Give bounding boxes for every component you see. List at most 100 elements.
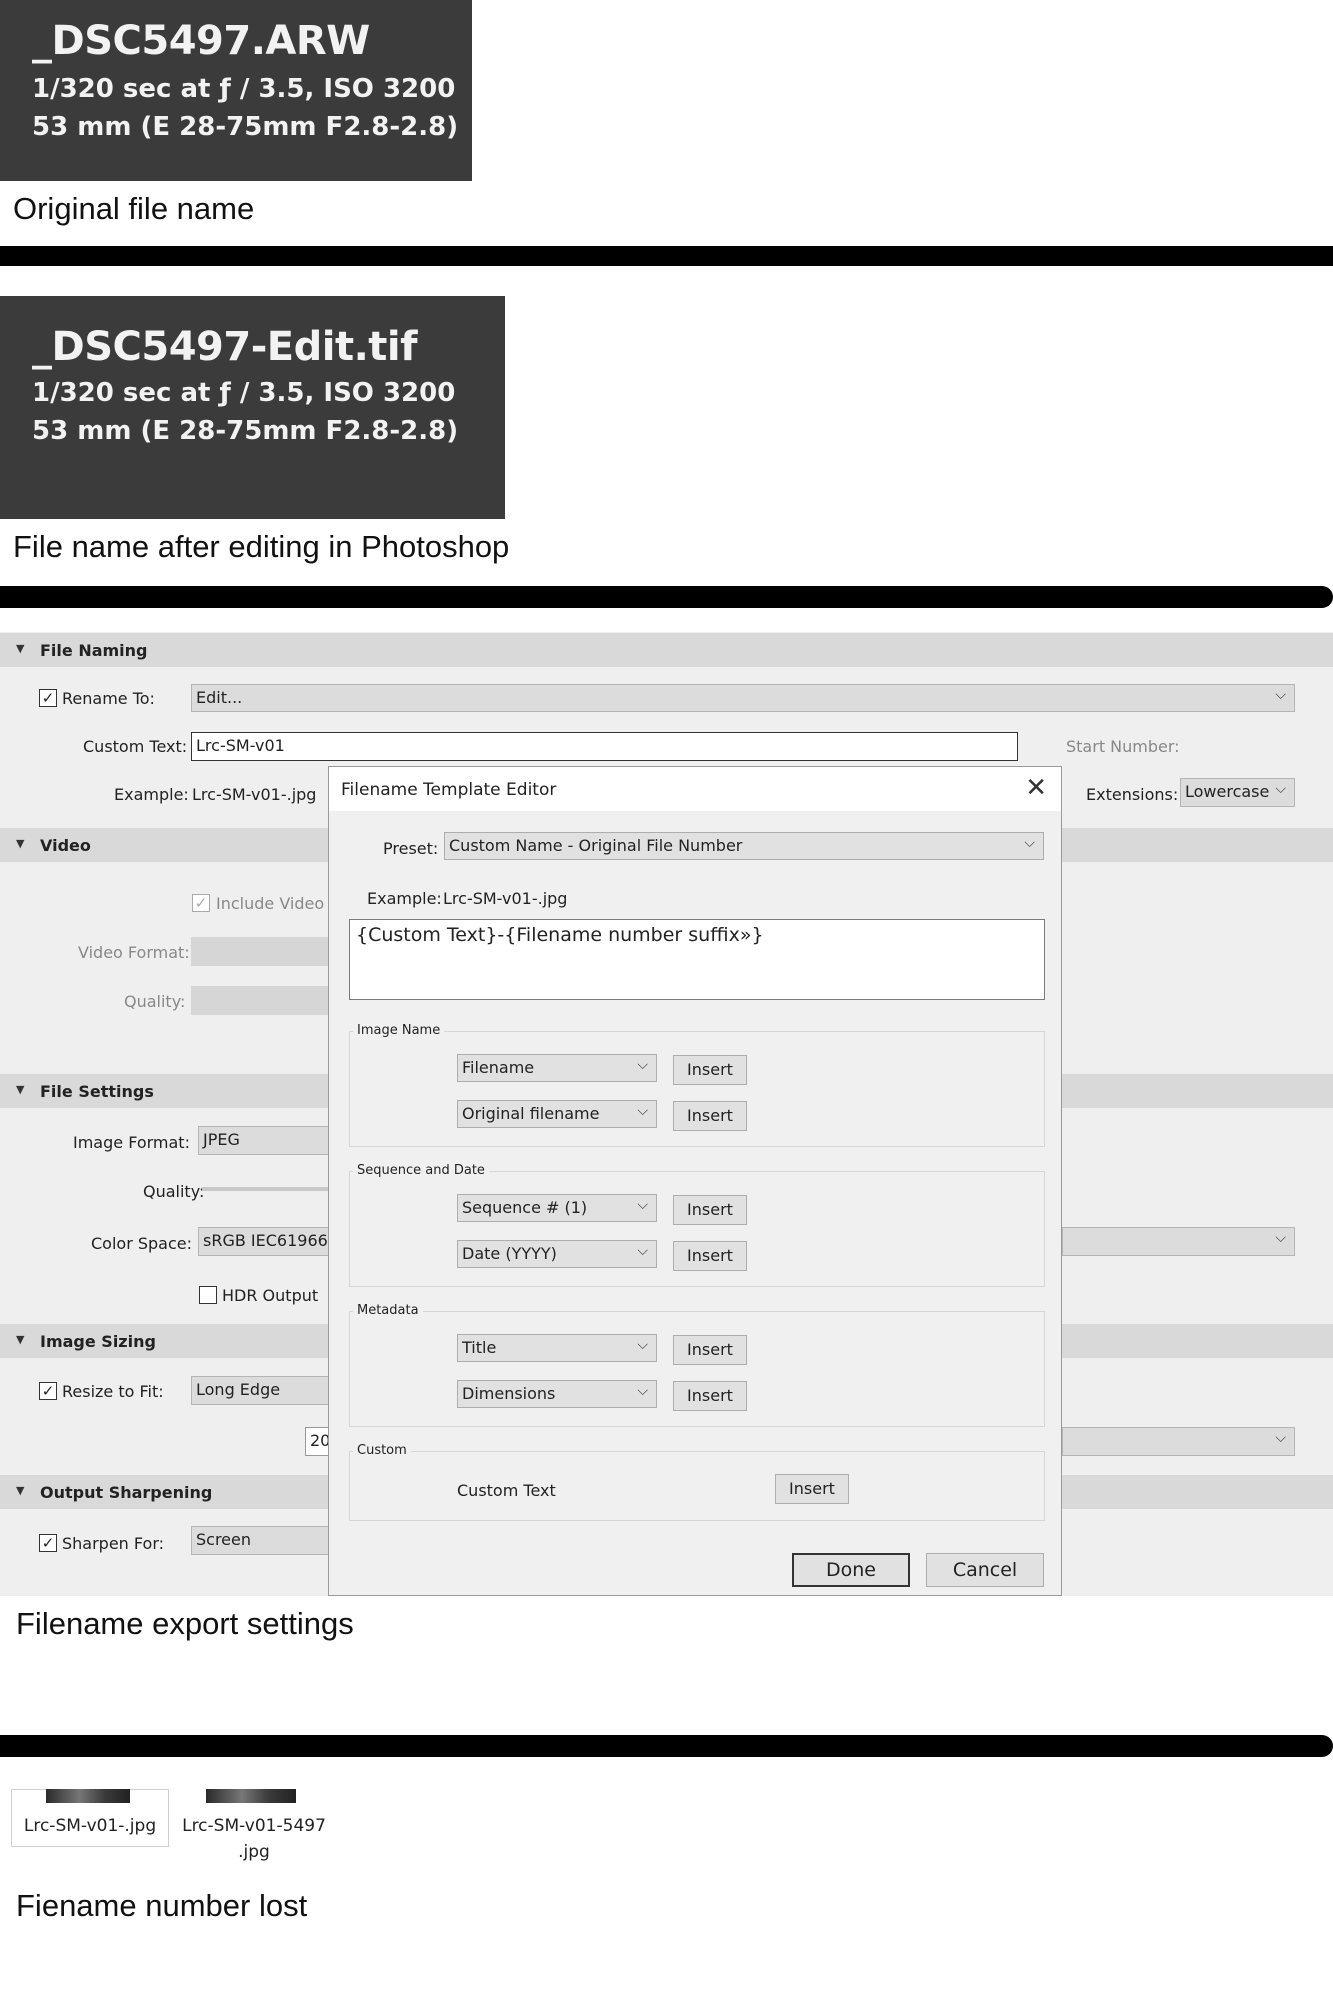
edited-lens-meta: 53 mm (E 28-75mm F2.8-2.8)	[32, 416, 459, 446]
color-space-label: Color Space:	[91, 1234, 193, 1253]
thumbnail-label-line2: .jpg	[238, 1842, 270, 1862]
metadata-select-2-value: Dimensions	[462, 1384, 556, 1403]
chevron-down-icon: ⌵	[637, 1337, 648, 1353]
section-title: Output Sharpening	[40, 1483, 213, 1502]
chevron-down-icon: ⌵	[1275, 781, 1286, 797]
sharpen-for-select[interactable]: Screen	[191, 1526, 331, 1555]
insert-button[interactable]: Insert	[673, 1195, 747, 1225]
image-name-select-1-value: Filename	[462, 1058, 535, 1077]
export-caption: Filename export settings	[16, 1606, 354, 1641]
preset-label: Preset:	[383, 839, 439, 858]
chevron-down-icon: ⌵	[637, 1243, 648, 1259]
resize-to-fit-checkbox[interactable]: ✓	[39, 1382, 57, 1400]
color-space-select[interactable]: sRGB IEC61966-2	[198, 1227, 344, 1256]
template-text-area[interactable]: {Custom Text}-{Filename number suffix»}	[349, 919, 1045, 1000]
size-units-select[interactable]: ⌵	[1062, 1427, 1295, 1456]
hdr-output-checkbox[interactable]	[199, 1286, 217, 1304]
custom-group	[349, 1451, 1045, 1521]
color-space-select-right[interactable]: ⌵	[1062, 1227, 1295, 1256]
insert-button[interactable]: Insert	[673, 1055, 747, 1085]
image-format-label: Image Format:	[73, 1133, 190, 1152]
edited-caption: File name after editing in Photoshop	[13, 529, 510, 564]
extensions-value: Lowercase	[1185, 782, 1270, 801]
insert-button[interactable]: Insert	[775, 1474, 849, 1504]
start-number-label: Start Number:	[1066, 737, 1180, 756]
sequence-date-select-1[interactable]: Sequence # (1) ⌵	[457, 1194, 657, 1222]
metadata-select-1[interactable]: Title ⌵	[457, 1334, 657, 1362]
image-name-select-1[interactable]: Filename ⌵	[457, 1054, 657, 1082]
triangle-down-icon: ▼	[16, 1333, 25, 1346]
done-button[interactable]: Done	[792, 1553, 910, 1587]
thumbnail-image	[46, 1789, 130, 1803]
triangle-down-icon: ▼	[16, 837, 25, 850]
image-name-select-2-value: Original filename	[462, 1104, 600, 1123]
example-value: Lrc-SM-v01-.jpg	[443, 889, 568, 908]
dialog-titlebar: Filename Template Editor ✕	[329, 767, 1061, 811]
video-format-select	[191, 937, 331, 966]
triangle-down-icon: ▼	[16, 1083, 25, 1096]
metadata-group-title: Metadata	[353, 1303, 423, 1318]
original-exposure-meta: 1/320 sec at ƒ / 3.5, ISO 3200	[32, 74, 456, 104]
example-label: Example:	[114, 785, 189, 804]
image-format-select[interactable]: JPEG	[198, 1126, 331, 1155]
image-name-select-2[interactable]: Original filename ⌵	[457, 1100, 657, 1128]
rename-to-select[interactable]: Edit... ⌵	[191, 684, 1295, 712]
original-lens-meta: 53 mm (E 28-75mm F2.8-2.8)	[32, 112, 459, 142]
original-info-panel: _DSC5497.ARW 1/320 sec at ƒ / 3.5, ISO 3…	[0, 0, 472, 181]
image-name-group-title: Image Name	[353, 1023, 445, 1038]
include-video-label: Include Video F	[216, 894, 339, 913]
section-title: Image Sizing	[40, 1332, 156, 1351]
custom-text-label: Custom Text	[457, 1481, 556, 1500]
thumbnails-caption: Fiename number lost	[16, 1888, 308, 1923]
insert-button[interactable]: Insert	[673, 1101, 747, 1131]
original-caption: Original file name	[13, 191, 255, 226]
insert-button[interactable]: Insert	[673, 1241, 747, 1271]
triangle-down-icon: ▼	[16, 642, 25, 655]
chevron-down-icon: ⌵	[637, 1103, 648, 1119]
filename-template-editor-dialog: Filename Template Editor ✕ Preset: Custo…	[328, 766, 1062, 1596]
chevron-down-icon: ⌵	[637, 1197, 648, 1213]
rename-to-checkbox[interactable]: ✓	[39, 689, 57, 707]
divider-rule	[0, 246, 1333, 266]
edited-exposure-meta: 1/320 sec at ƒ / 3.5, ISO 3200	[32, 378, 456, 408]
resize-to-fit-label: Resize to Fit:	[62, 1382, 164, 1401]
metadata-select-1-value: Title	[462, 1338, 497, 1357]
thumbnail-label-line1[interactable]: Lrc-SM-v01-5497	[174, 1816, 334, 1836]
extensions-select[interactable]: Lowercase ⌵	[1180, 778, 1295, 807]
preset-select[interactable]: Custom Name - Original File Number ⌵	[444, 832, 1044, 860]
custom-text-input[interactable]: Lrc-SM-v01	[191, 732, 1018, 761]
chevron-down-icon: ⌵	[1024, 835, 1035, 851]
rename-to-label: Rename To:	[62, 689, 155, 708]
sharpen-for-label: Sharpen For:	[62, 1534, 165, 1553]
chevron-down-icon: ⌵	[1275, 1430, 1286, 1446]
section-title: File Settings	[40, 1082, 154, 1101]
example-label: Example:	[367, 889, 442, 908]
include-video-checkbox[interactable]: ✓	[192, 894, 210, 912]
divider-rule	[0, 1735, 1333, 1757]
video-quality-label: Quality:	[124, 992, 186, 1011]
hdr-output-label: HDR Output	[222, 1286, 319, 1305]
triangle-down-icon: ▼	[16, 1484, 25, 1497]
cancel-button[interactable]: Cancel	[926, 1553, 1044, 1587]
sharpen-for-checkbox[interactable]: ✓	[39, 1534, 57, 1552]
section-file-naming[interactable]: ▼ File Naming	[0, 633, 1333, 667]
edited-info-panel: _DSC5497-Edit.tif 1/320 sec at ƒ / 3.5, …	[0, 296, 505, 519]
original-filename: _DSC5497.ARW	[32, 18, 370, 64]
quality-slider-track[interactable]	[202, 1187, 331, 1191]
rename-to-value: Edit...	[196, 688, 243, 707]
chevron-down-icon: ⌵	[637, 1383, 648, 1399]
insert-button[interactable]: Insert	[673, 1381, 747, 1411]
close-icon[interactable]: ✕	[1025, 773, 1047, 803]
insert-button[interactable]: Insert	[673, 1335, 747, 1365]
quality-label: Quality:	[143, 1182, 205, 1201]
resize-to-fit-select[interactable]: Long Edge	[191, 1376, 331, 1405]
example-value: Lrc-SM-v01-.jpg	[192, 785, 317, 804]
metadata-select-2[interactable]: Dimensions ⌵	[457, 1380, 657, 1408]
divider-rule	[0, 586, 1333, 608]
preset-value: Custom Name - Original File Number	[449, 836, 743, 855]
chevron-down-icon: ⌵	[637, 1057, 648, 1073]
sequence-date-select-2[interactable]: Date (YYYY) ⌵	[457, 1240, 657, 1268]
thumbnail-label: Lrc-SM-v01-.jpg	[23, 1816, 157, 1836]
sequence-date-select-1-value: Sequence # (1)	[462, 1198, 588, 1217]
custom-text-label: Custom Text:	[83, 737, 188, 756]
